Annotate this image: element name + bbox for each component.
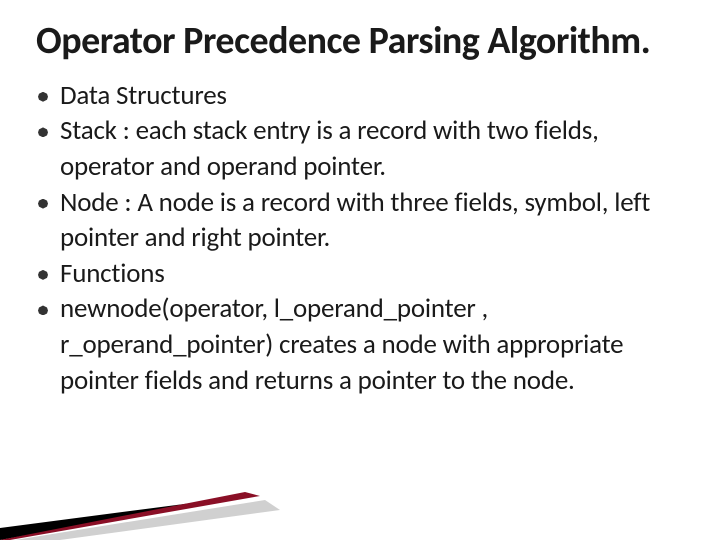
slide-title: Operator Precedence Parsing Algorithm. [36,20,684,64]
list-item: Data Structures [36,78,674,114]
list-item: Node : A node is a record with three fie… [36,185,674,256]
slide: Operator Precedence Parsing Algorithm. D… [0,0,720,540]
bullet-list: Data Structures Stack : each stack entry… [36,78,684,399]
list-item: Stack : each stack entry is a record wit… [36,113,674,184]
list-item: Functions [36,256,674,292]
list-item: newnode(operator, l_operand_pointer , r_… [36,291,674,398]
corner-decoration [0,470,280,540]
